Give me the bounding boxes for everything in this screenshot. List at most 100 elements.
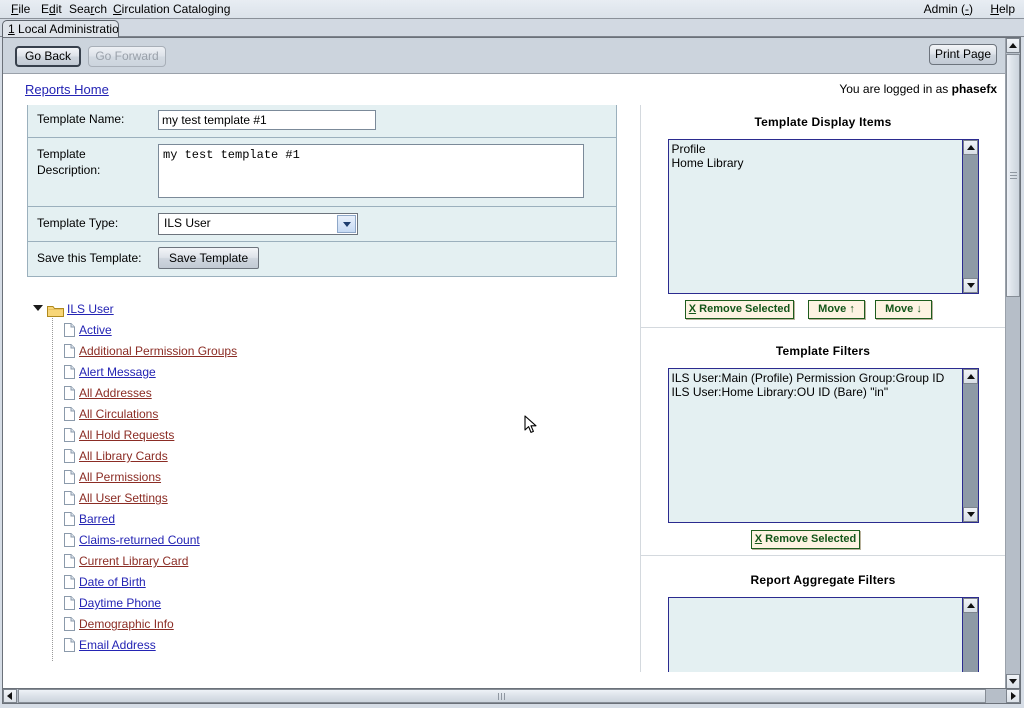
menu-circulation[interactable]: Circulation [108,2,175,16]
save-template-label: Save this Template: [28,242,158,274]
scroll-up-arrow-icon[interactable] [963,369,978,384]
tab-number: 1 [8,22,15,36]
tree-item-label[interactable]: Date of Birth [79,572,146,593]
document-icon [64,554,75,568]
document-icon [64,512,75,526]
tree-item[interactable]: Additional Permission Groups [33,341,613,362]
document-icon [64,638,75,652]
display-items-move-up-button[interactable]: Move ↑ [808,300,865,319]
scroll-down-arrow-icon[interactable] [963,507,978,522]
right-column: Template Display Items ProfileHome Libra… [641,105,1005,672]
tree-item[interactable]: All Permissions [33,467,613,488]
triangle-down-icon[interactable] [33,305,43,311]
template-filters-title: Template Filters [641,344,1005,358]
tree-item-label[interactable]: Additional Permission Groups [79,341,237,362]
template-display-items-listbox[interactable]: ProfileHome Library [668,139,979,294]
document-icon [64,449,75,463]
tree-item-label[interactable]: Demographic Info [79,614,174,635]
tree-item[interactable]: Date of Birth [33,572,613,593]
page-scroll-left-arrow-icon[interactable] [3,689,17,703]
menu-admin[interactable]: Admin (-) [919,2,978,16]
tree-item[interactable]: All Library Cards [33,446,613,467]
display-items-move-down-button[interactable]: Move ↓ [875,300,932,319]
tree-item-label[interactable]: Daytime Phone [79,593,161,614]
display-items-remove-selected-button[interactable]: X Remove Selected [685,300,794,319]
mouse-cursor [524,415,538,435]
chevron-down-icon[interactable] [337,215,356,233]
tree-item[interactable]: Demographic Info [33,614,613,635]
listbox-scrollbar[interactable] [962,369,978,522]
template-filters-remove-selected-button[interactable]: X Remove Selected [751,530,860,549]
reports-home-link[interactable]: Reports Home [25,82,109,97]
menu-cataloging[interactable]: Cataloging [168,2,235,16]
tree-item-label[interactable]: Claims-returned Count [79,530,200,551]
scroll-up-arrow-icon[interactable] [963,140,978,155]
page-horizontal-scroll-thumb[interactable] [18,689,986,703]
tree-item[interactable]: Active [33,320,613,341]
report-aggregate-filters-title: Report Aggregate Filters [641,573,1005,587]
tree-item[interactable]: Claims-returned Count [33,530,613,551]
tree-item[interactable]: All Addresses [33,383,613,404]
menu-file[interactable]: File [6,2,35,16]
tree-item[interactable]: Barred [33,509,613,530]
tree-item-label[interactable]: All Library Cards [79,446,168,467]
tree-item[interactable]: All User Settings [33,488,613,509]
tree-item-label[interactable]: All Permissions [79,467,161,488]
tree-item-label[interactable]: Email Address [79,635,156,656]
list-item[interactable]: ILS User:Home Library:OU ID (Bare) "in" [670,385,961,399]
tree-item[interactable]: Alert Message [33,362,613,383]
template-type-select[interactable]: ILS User [158,213,358,235]
tree-item-label[interactable]: All Circulations [79,404,158,425]
tree-root-ils-user[interactable]: ILS User [33,299,613,320]
page-horizontal-scrollbar[interactable] [2,688,1021,704]
arrow-up-icon: ↑ [849,303,855,315]
tree-item-label[interactable]: All User Settings [79,488,168,509]
page-vertical-scroll-thumb[interactable] [1006,54,1020,297]
menu-help[interactable]: Help [985,2,1020,16]
go-back-button[interactable]: Go Back [15,46,81,67]
go-forward-label: Go Forward [95,49,158,63]
scroll-down-arrow-icon[interactable] [963,278,978,293]
list-item[interactable]: Home Library [670,156,961,170]
form-row-template-name: Template Name: [28,105,616,138]
document-icon [64,575,75,589]
listbox-scrollbar[interactable] [962,140,978,293]
tree-item-label[interactable]: Barred [79,509,115,530]
page-scroll-up-arrow-icon[interactable] [1006,38,1020,53]
scroll-up-arrow-icon[interactable] [963,598,978,613]
tree-item-label[interactable]: Active [79,320,112,341]
tree-item[interactable]: Current Library Card [33,551,613,572]
listbox-scrollbar[interactable] [962,598,978,672]
template-description-textarea[interactable]: my test template #1 [158,144,584,198]
page-scroll-down-arrow-icon[interactable] [1006,674,1020,689]
tree-item-label[interactable]: All Addresses [79,383,152,404]
field-tree: ILS User ActiveAdditional Permission Gro… [33,299,613,656]
report-aggregate-filters-listbox[interactable] [668,597,979,672]
template-description-label-line2: Description: [37,163,100,177]
tree-item-label[interactable]: Alert Message [79,362,156,383]
menu-edit[interactable]: Edit [36,2,67,16]
page-vertical-scrollbar[interactable] [1005,38,1020,689]
tab-local-administration[interactable]: 1 Local Administration [2,20,119,37]
tree-item[interactable]: Daytime Phone [33,593,613,614]
move-up-label: Move [818,303,846,315]
browser-frame: Go Back Go Forward Print Page Reports Ho… [2,37,1021,690]
template-type-label: Template Type: [28,207,158,239]
save-template-button[interactable]: Save Template [158,247,259,269]
template-filters-listbox[interactable]: ILS User:Main (Profile) Permission Group… [668,368,979,523]
tree-item-label[interactable]: All Hold Requests [79,425,174,446]
tree-item[interactable]: Email Address [33,635,613,656]
list-item[interactable]: Profile [670,142,961,156]
page-scroll-right-arrow-icon[interactable] [1006,689,1020,703]
tree-item-label[interactable]: Current Library Card [79,551,188,572]
list-item[interactable]: ILS User:Main (Profile) Permission Group… [670,371,961,385]
template-name-input[interactable] [158,110,376,130]
template-description-label-line1: Template [37,147,86,161]
document-icon [64,407,75,421]
menu-search[interactable]: Search [64,2,112,16]
print-page-button[interactable]: Print Page [929,44,997,65]
panel-divider-2 [641,555,1005,556]
logged-in-status: You are logged in as phasefx [839,82,997,96]
template-filters-list: ILS User:Main (Profile) Permission Group… [670,371,961,399]
tree-root-label[interactable]: ILS User [67,299,114,320]
